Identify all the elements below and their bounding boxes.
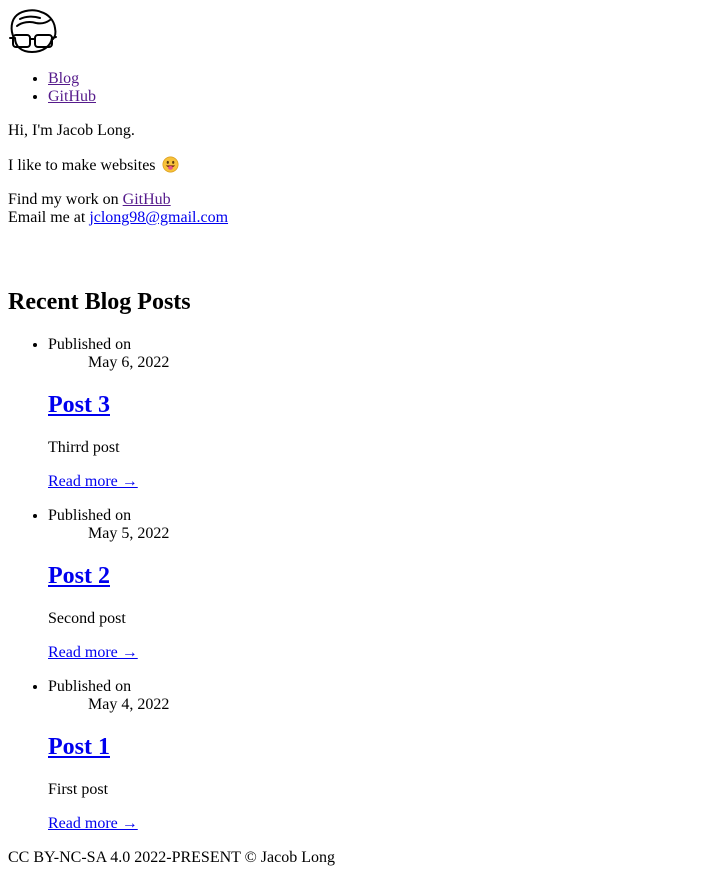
nav-link-blog[interactable]: Blog: [48, 70, 79, 87]
post-title: Post 2: [48, 563, 712, 590]
post-date: May 4, 2022: [88, 696, 170, 713]
read-more: Read more →: [48, 644, 712, 662]
post-description: Second post: [48, 610, 126, 627]
contact-block: Find my work on GitHub Email me at jclon…: [8, 191, 712, 227]
recent-posts-heading: Recent Blog Posts: [8, 289, 191, 315]
page: Blog GitHub Hi, I'm Jacob Long. I like t…: [0, 0, 720, 875]
read-more: Read more →: [48, 473, 712, 491]
tagline: I like to make websites: [8, 156, 712, 175]
post-item: Published on May 5, 2022 Post 2 Second p…: [48, 507, 712, 662]
post-title-link[interactable]: Post 2: [48, 563, 110, 589]
post-title: Post 3: [48, 392, 712, 419]
post-item: Published on May 6, 2022 Post 3 Thirrd p…: [48, 336, 712, 491]
post-list: Published on May 6, 2022 Post 3 Thirrd p…: [8, 336, 712, 833]
read-more-link[interactable]: Read more →: [48, 815, 138, 832]
post-description: Thirrd post: [48, 439, 120, 456]
nav-item-blog: Blog: [48, 70, 712, 88]
email-line: Email me at jclong98@gmail.com: [8, 209, 712, 227]
nav-item-github: GitHub: [48, 88, 712, 106]
email-link[interactable]: jclong98@gmail.com: [89, 209, 228, 226]
nav-link-github[interactable]: GitHub: [48, 88, 96, 105]
post-date: May 5, 2022: [88, 525, 170, 542]
published-label: Published on: [48, 507, 132, 524]
post-item: Published on May 4, 2022 Post 1 First po…: [48, 678, 712, 833]
published-label: Published on: [48, 678, 132, 695]
grinning-tongue-emoji-icon: [162, 156, 179, 173]
tagline-text: I like to make websites: [8, 157, 156, 174]
published-label: Published on: [48, 336, 132, 353]
post-date: May 6, 2022: [88, 354, 170, 371]
post-title: Post 1: [48, 734, 712, 761]
work-line: Find my work on GitHub: [8, 191, 712, 209]
post-title-link[interactable]: Post 3: [48, 392, 110, 418]
email-prefix: Email me at: [8, 209, 90, 226]
main-nav: Blog GitHub: [8, 70, 712, 106]
avatar-logo[interactable]: [8, 8, 58, 54]
read-more: Read more →: [48, 815, 712, 833]
github-link[interactable]: GitHub: [123, 191, 171, 208]
work-prefix: Find my work on: [8, 191, 123, 208]
footer: CC BY-NC-SA 4.0 2022-PRESENT © Jacob Lon…: [8, 849, 335, 866]
greeting: Hi, I'm Jacob Long.: [8, 122, 135, 139]
post-description: First post: [48, 781, 109, 798]
post-title-link[interactable]: Post 1: [48, 734, 110, 760]
read-more-link[interactable]: Read more →: [48, 644, 138, 661]
read-more-link[interactable]: Read more →: [48, 473, 138, 490]
